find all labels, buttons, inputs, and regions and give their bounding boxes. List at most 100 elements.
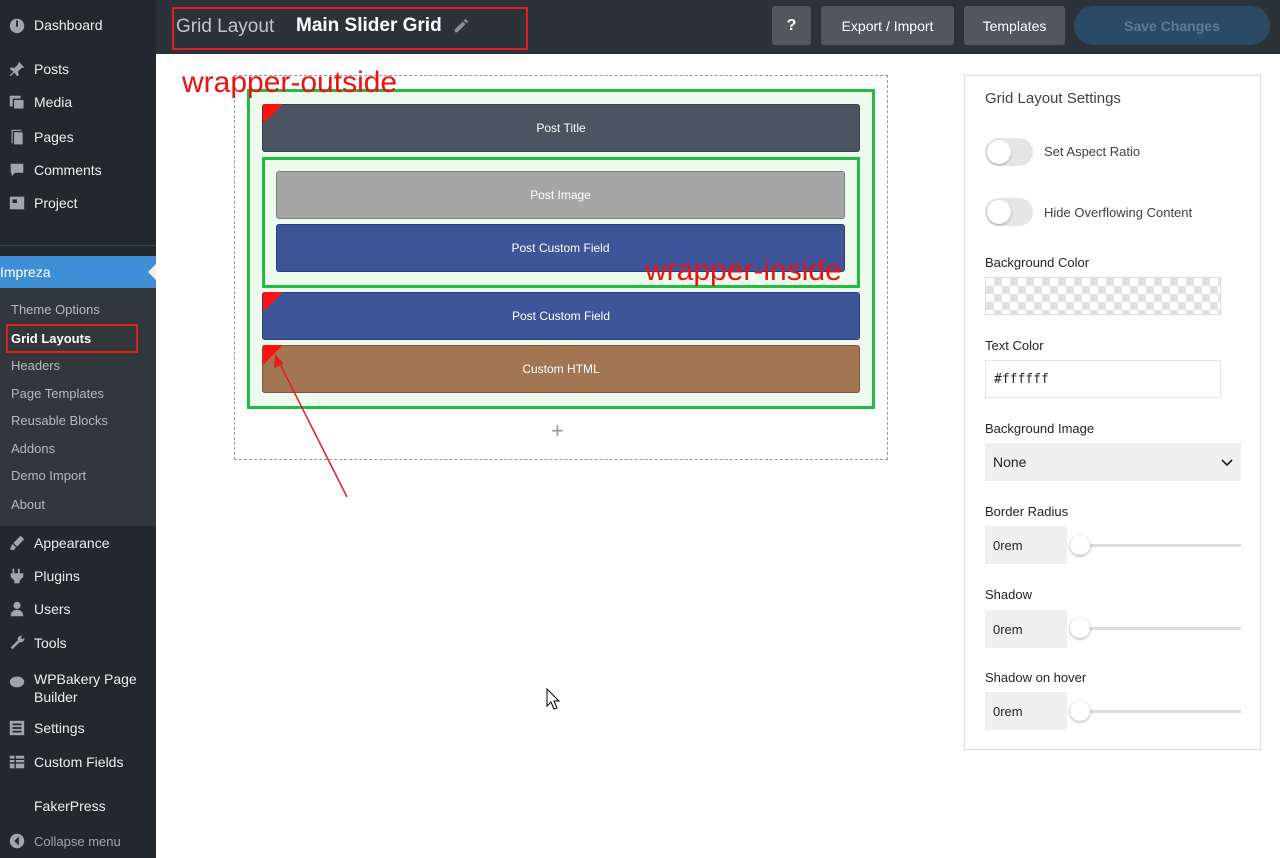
grid-layout-name[interactable]: Main Slider Grid [296,15,442,37]
post-title-element[interactable]: Post Title [262,104,860,152]
select-value: None [993,454,1027,470]
shadow-hover-input[interactable]: 0rem [985,692,1067,730]
corner-marker [263,292,283,312]
menu-label: Plugins [34,568,80,584]
post-custom-field-element[interactable]: Post Custom Field [262,292,860,340]
shadow-input[interactable]: 0rem [985,610,1067,648]
collapse-menu[interactable]: Collapse menu [0,826,156,856]
pages-icon [0,128,34,146]
submenu-page-templates[interactable]: Page Templates [11,386,104,401]
collapse-icon [0,832,34,850]
menu-pages[interactable]: Pages [0,122,156,152]
menu-dashboard[interactable]: Dashboard [0,10,156,40]
portfolio-icon [0,194,34,212]
shadow-hover-label: Shadow on hover [985,670,1087,685]
menu-label: WPBakery Page Builder [34,671,137,705]
shadow-label: Shadow [985,587,1032,602]
menu-wpbakery[interactable]: WPBakery Page Builder [0,668,156,708]
background-color-label: Background Color [985,255,1090,270]
text-color-input[interactable]: #ffffff [985,360,1221,398]
menu-plugins[interactable]: Plugins [0,561,156,591]
menu-label: Dashboard [34,17,103,33]
annotation-wrapper-outside: wrapper-outside [182,66,398,99]
submenu-theme-options[interactable]: Theme Options [11,302,100,317]
menu-label: Custom Fields [34,754,124,770]
settings-title: Grid Layout Settings [985,90,1121,107]
border-radius-slider-handle[interactable] [1070,535,1090,555]
menu-label: Posts [34,61,70,77]
menu-label: Media [34,94,73,110]
shadow-slider-handle[interactable] [1070,618,1090,638]
aspect-ratio-toggle[interactable] [985,138,1033,166]
menu-label: Appearance [34,535,110,551]
menu-label: FakerPress [34,798,106,814]
shadow-hover-slider[interactable] [1080,710,1241,713]
menu-users[interactable]: Users [0,594,156,624]
shadow-hover-slider-handle[interactable] [1070,701,1090,721]
menu-label: Impreza [0,264,51,280]
annotation-wrapper-inside: wrapper-inside [645,254,842,287]
pin-icon [0,60,34,78]
background-image-select[interactable]: None [985,443,1241,481]
menu-label: Tools [34,635,67,651]
menu-label: Settings [34,720,85,736]
text-color-label: Text Color [985,338,1044,353]
admin-sidebar: Dashboard Posts Media Pages Comments Pro… [0,0,156,858]
submenu-demo-import[interactable]: Demo Import [11,468,86,483]
hide-overflow-toggle[interactable] [985,198,1033,226]
border-radius-slider[interactable] [1080,544,1241,547]
settings-panel [964,75,1261,750]
highlight-box [6,324,138,353]
menu-posts[interactable]: Posts [0,54,156,84]
add-element-button[interactable]: + [551,418,564,444]
media-icon [0,93,34,111]
table-icon [0,753,34,771]
wrench-icon [0,634,34,652]
custom-html-element[interactable]: Custom HTML [262,345,860,393]
help-button[interactable]: ? [772,6,811,45]
post-image-element[interactable]: Post Image [276,171,845,219]
grid-layout-label: Grid Layout [176,16,275,37]
menu-separator [0,245,156,246]
submenu-reusable-blocks[interactable]: Reusable Blocks [11,413,108,428]
corner-marker [263,345,283,365]
hide-overflow-label: Hide Overflowing Content [1044,205,1193,220]
corner-marker [263,104,283,124]
chevron-down-icon [1221,455,1233,467]
templates-button[interactable]: Templates [964,6,1065,45]
users-icon [0,600,34,618]
submenu-addons[interactable]: Addons [11,441,55,456]
border-radius-label: Border Radius [985,504,1069,519]
border-radius-input[interactable]: 0rem [985,526,1067,564]
dashboard-icon [0,16,34,34]
background-image-label: Background Image [985,421,1095,436]
comment-icon [0,161,34,179]
aspect-ratio-label: Set Aspect Ratio [1044,144,1141,159]
menu-fakerpress[interactable]: FakerPress [0,791,156,821]
mouse-cursor-icon [546,688,560,710]
menu-label: Users [34,601,71,617]
menu-impreza[interactable]: Impreza [0,256,156,294]
menu-custom-fields[interactable]: Custom Fields [0,747,156,777]
menu-label: Comments [34,162,102,178]
plugin-icon [0,567,34,585]
settings-icon [0,719,34,737]
menu-label: Collapse menu [34,833,121,849]
menu-label: Pages [34,129,74,145]
menu-settings[interactable]: Settings [0,713,156,743]
submenu-about[interactable]: About [11,497,45,512]
menu-media[interactable]: Media [0,87,156,117]
save-changes-button[interactable]: Save Changes [1074,6,1270,45]
menu-tools[interactable]: Tools [0,628,156,658]
menu-appearance[interactable]: Appearance [0,528,156,558]
menu-comments[interactable]: Comments [0,155,156,185]
builder-topbar: Grid Layout Main Slider Grid ? Export / … [156,0,1280,54]
brush-icon [0,534,34,552]
wpbakery-icon [0,670,34,690]
background-color-picker[interactable] [985,277,1221,315]
pencil-icon[interactable] [452,17,470,35]
submenu-headers[interactable]: Headers [11,358,60,373]
shadow-slider[interactable] [1080,627,1241,630]
export-import-button[interactable]: Export / Import [821,6,954,45]
menu-project[interactable]: Project [0,188,156,218]
